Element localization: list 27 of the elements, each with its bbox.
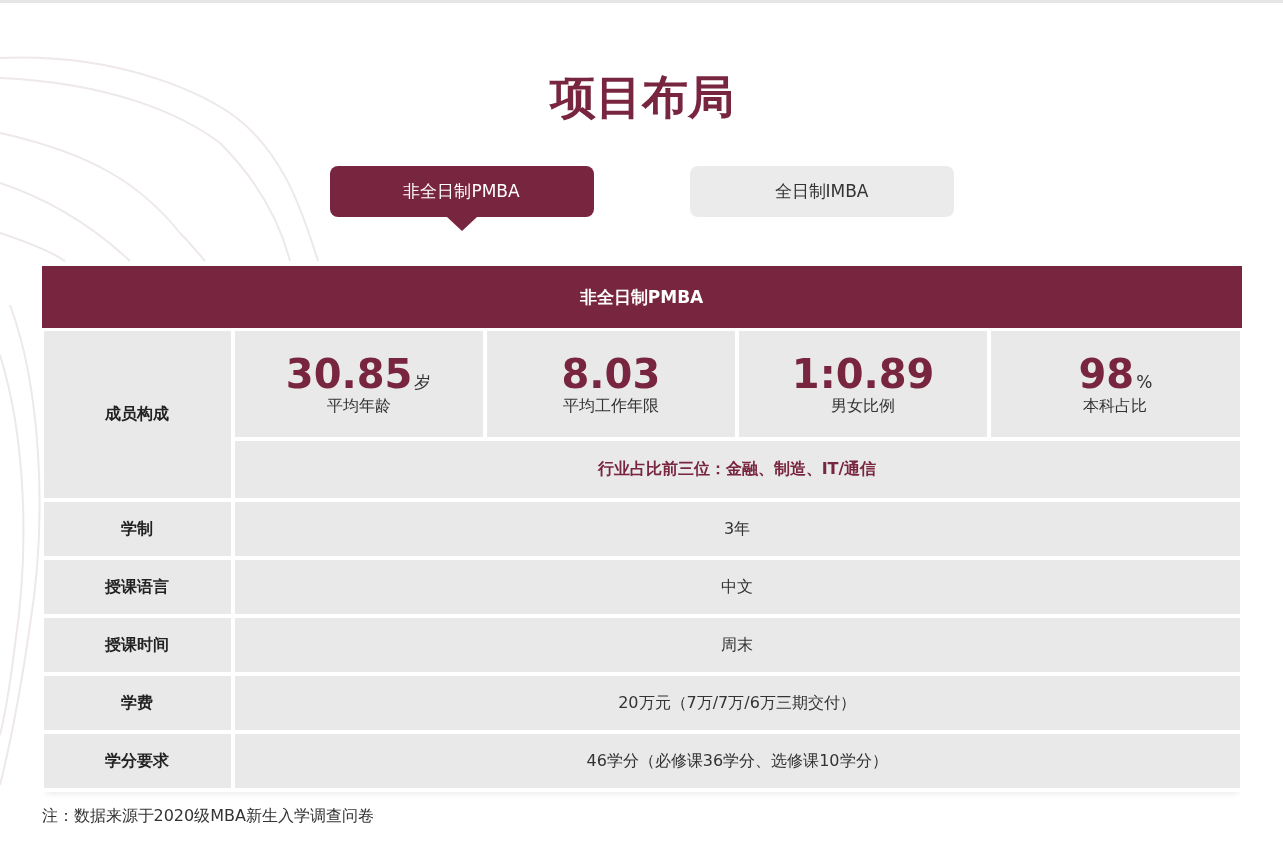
table-cell: 3年 [234, 502, 1240, 556]
page-title: 项目布局 [548, 69, 735, 126]
stat-value: 98 [1078, 351, 1135, 396]
row-label: 授课时间 [43, 618, 231, 672]
stat-unit: 岁 [414, 370, 432, 394]
row-label: 学费 [43, 676, 231, 730]
table-cell: 周末 [234, 618, 1240, 672]
tab-pointer [446, 217, 477, 231]
stat-label: 平均工作年限 [562, 395, 659, 417]
row-label: 成员构成 [43, 331, 231, 498]
stat-value: 8.03 [561, 351, 661, 396]
stat-label: 男女比例 [831, 395, 896, 417]
row-label: 授课语言 [43, 560, 231, 614]
table-cell: 中文 [234, 560, 1240, 614]
industry-cell: 行业占比前三位：金融、制造、IT/通信 [234, 441, 1240, 498]
stat-label: 平均年龄 [326, 395, 391, 417]
table-cell: 20万元（7万/7万/6万三期交付） [234, 676, 1240, 730]
row-label: 学分要求 [43, 734, 231, 788]
row-label: 学制 [43, 502, 231, 556]
tab[interactable]: 全日制IMBA [689, 166, 954, 217]
stat-unit: % [1136, 371, 1153, 392]
stat-value: 30.85 [285, 351, 413, 396]
table-cell: 46学分（必修课36学分、选修课10学分） [234, 734, 1240, 788]
footnote: 注：数据来源于2020级MBA新生入学调查问卷 [41, 806, 375, 827]
stat-label: 本科占比 [1083, 395, 1148, 417]
table-header: 非全日制PMBA [41, 266, 1242, 328]
stat-value: 1:0.89 [791, 351, 935, 396]
